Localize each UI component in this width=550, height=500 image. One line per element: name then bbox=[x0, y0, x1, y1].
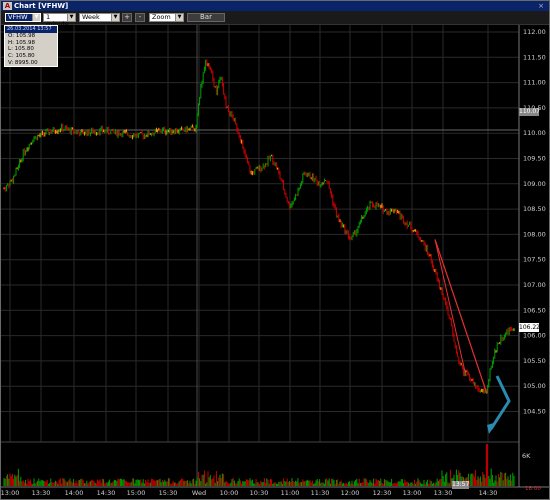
price-axis-labels: 112.00111.50111.00110.50110.00109.50109.… bbox=[523, 28, 546, 416]
time-label: 11:00 bbox=[281, 489, 300, 497]
price-label: 110.00 bbox=[523, 129, 546, 137]
crosshair-time-tag: 13:57 bbox=[452, 481, 470, 489]
time-label: 13:00 bbox=[403, 489, 422, 497]
symbol-select[interactable]: VFHW ▼ bbox=[5, 13, 41, 22]
time-label: 14:30 bbox=[479, 489, 498, 497]
title-bar[interactable]: A Chart [VFHW] × bbox=[1, 1, 549, 11]
data-window-header: 26.03.2014 13:57 bbox=[5, 26, 57, 33]
prior-close-tag: 110.07 bbox=[519, 108, 540, 116]
time-label: 13:30 bbox=[434, 489, 453, 497]
time-label: 10:30 bbox=[250, 489, 269, 497]
time-label: 14:00 bbox=[65, 489, 84, 497]
price-label: 108.50 bbox=[523, 205, 546, 213]
range-value: Week bbox=[82, 13, 100, 21]
close-value: C: 105.80 bbox=[8, 53, 35, 60]
time-label: 10:00 bbox=[220, 489, 239, 497]
chevron-down-icon[interactable]: ▼ bbox=[111, 14, 119, 21]
range-select[interactable]: Week ▼ bbox=[79, 13, 120, 22]
price-label: 107.50 bbox=[523, 256, 546, 264]
price-label: 112.00 bbox=[523, 28, 546, 36]
price-label: 108.00 bbox=[523, 230, 546, 238]
low-value: L: 105.80 bbox=[8, 46, 34, 53]
time-label: 14:30 bbox=[97, 489, 116, 497]
interval-select[interactable]: 1 minute ▼ bbox=[43, 13, 76, 28]
price-chart[interactable]: 112.00111.50111.00110.50110.00109.50109.… bbox=[1, 25, 549, 499]
volume-value: V: 8995.00 bbox=[8, 59, 38, 66]
chart-window: A Chart [VFHW] × VFHW ▼ 1 minute ▼ Week … bbox=[0, 0, 550, 500]
plot-area[interactable] bbox=[1, 25, 519, 487]
price-label: 106.50 bbox=[523, 306, 546, 314]
window-title: Chart [VFHW] bbox=[14, 2, 69, 10]
time-label: 13:00 bbox=[1, 489, 19, 497]
price-label: 105.50 bbox=[523, 357, 546, 365]
close-icon[interactable]: × bbox=[536, 2, 546, 10]
app-icon: A bbox=[3, 2, 12, 10]
chevron-down-icon[interactable]: ▼ bbox=[67, 14, 75, 21]
price-label: 105.00 bbox=[523, 382, 546, 390]
price-label: 111.00 bbox=[523, 79, 546, 87]
zoom-select[interactable]: Zoom ▼ bbox=[149, 13, 184, 22]
time-label: 12:30 bbox=[373, 489, 392, 497]
time-label: 15:30 bbox=[159, 489, 178, 497]
zoom-value: Zoom bbox=[152, 13, 171, 21]
price-label: 106.00 bbox=[523, 332, 546, 340]
price-label: 107.00 bbox=[523, 281, 546, 289]
time-label: Wed bbox=[192, 489, 206, 497]
data-window[interactable]: 26.03.2014 13:57 O: 105.98 H: 105.98 L: … bbox=[4, 25, 58, 67]
price-label: 109.00 bbox=[523, 180, 546, 188]
time-label: 15:00 bbox=[127, 489, 146, 497]
zoom-out-button[interactable]: - bbox=[135, 13, 145, 22]
high-value: H: 105.98 bbox=[8, 39, 35, 46]
time-axis-labels: 13:00 13:30 14:00 14:30 15:00 15:30 Wed 10:00 10… bbox=[1, 489, 497, 497]
zoom-in-button[interactable]: + bbox=[122, 13, 132, 22]
current-price-tag: 106.22 bbox=[519, 323, 540, 332]
chart-toolbar: VFHW ▼ 1 minute ▼ Week ▼ + - Zoom ▼ Bar bbox=[1, 11, 549, 28]
price-label: 104.50 bbox=[523, 408, 546, 416]
volume-scale-label: 6K bbox=[522, 452, 531, 460]
time-label: 13:30 bbox=[32, 489, 51, 497]
chevron-down-icon[interactable]: ▼ bbox=[32, 14, 40, 21]
symbol-value: VFHW bbox=[8, 13, 28, 21]
time-label: 11:30 bbox=[311, 489, 330, 497]
price-label: 111.50 bbox=[523, 53, 546, 61]
time-label: 12:00 bbox=[341, 489, 360, 497]
price-label: 109.50 bbox=[523, 155, 546, 163]
chevron-down-icon[interactable]: ▼ bbox=[175, 14, 183, 21]
bar-type-button[interactable]: Bar bbox=[187, 13, 225, 22]
corner-time-tag: 18:00 bbox=[525, 486, 541, 492]
open-value: O: 105.98 bbox=[8, 33, 36, 39]
